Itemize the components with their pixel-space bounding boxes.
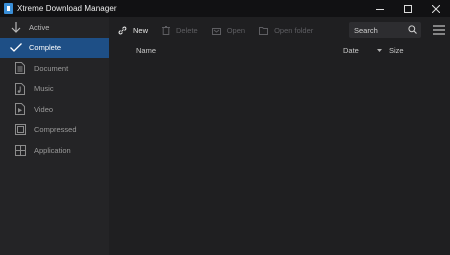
open-button[interactable]: Open (211, 25, 246, 35)
sidebar: Active Complete Document Music Video Com… (0, 17, 109, 255)
sort-descending-icon (377, 49, 382, 52)
close-icon (432, 4, 440, 13)
sidebar-item-label: Document (34, 63, 69, 73)
link-icon (118, 26, 127, 34)
sidebar-item-video[interactable]: Video (0, 99, 109, 120)
download-list[interactable] (109, 57, 450, 255)
column-header-name[interactable]: Name (136, 46, 156, 55)
title-bar[interactable]: Xtreme Download Manager (0, 0, 450, 17)
hamburger-menu-icon[interactable] (433, 25, 445, 35)
sidebar-item-label: Music (34, 84, 54, 94)
column-header-size[interactable]: Size (389, 46, 404, 55)
minimize-button[interactable] (366, 0, 394, 17)
search-icon[interactable] (408, 25, 417, 34)
sidebar-item-label: Complete (29, 43, 62, 53)
maximize-icon (404, 4, 412, 13)
open-folder-button-label: Open folder (274, 25, 314, 35)
sidebar-item-label: Active (29, 22, 50, 32)
sidebar-item-compressed[interactable]: Compressed (0, 120, 109, 141)
delete-button[interactable]: Delete (162, 25, 198, 35)
application-icon (12, 144, 28, 156)
checkmark-icon (5, 43, 27, 53)
search-box (349, 22, 421, 38)
delete-button-label: Delete (176, 25, 198, 35)
trash-icon (162, 25, 171, 35)
video-icon (12, 103, 28, 116)
window-title: Xtreme Download Manager (17, 4, 117, 13)
sidebar-item-complete[interactable]: Complete (0, 37, 109, 58)
open-folder-button[interactable]: Open folder (259, 26, 313, 35)
arrow-down-icon (5, 21, 27, 33)
minimize-icon (376, 8, 384, 10)
app-window: Xtreme Download Manager Active Complete … (0, 0, 450, 255)
close-button[interactable] (422, 0, 450, 17)
list-header: Name Date Size (109, 43, 450, 57)
column-header-date[interactable]: Date (343, 46, 359, 55)
sidebar-item-document[interactable]: Document (0, 58, 109, 79)
compressed-icon (12, 124, 28, 136)
maximize-button[interactable] (394, 0, 422, 17)
window-controls (366, 0, 450, 17)
music-icon (12, 82, 28, 95)
new-button-label: New (133, 25, 149, 35)
open-file-icon (211, 27, 221, 35)
sidebar-item-label: Video (34, 104, 54, 114)
open-button-label: Open (226, 25, 246, 35)
folder-icon (259, 26, 269, 35)
sidebar-item-label: Compressed (34, 125, 77, 135)
sidebar-item-active[interactable]: Active (0, 17, 109, 38)
app-logo-icon (4, 3, 13, 14)
search-input[interactable] (349, 24, 408, 36)
document-icon (12, 62, 28, 75)
sidebar-item-music[interactable]: Music (0, 79, 109, 100)
toolbar: New Delete Open Open folder (109, 17, 450, 43)
sidebar-item-application[interactable]: Application (0, 140, 109, 161)
sidebar-item-label: Application (34, 145, 71, 155)
new-button[interactable]: New (118, 26, 148, 35)
